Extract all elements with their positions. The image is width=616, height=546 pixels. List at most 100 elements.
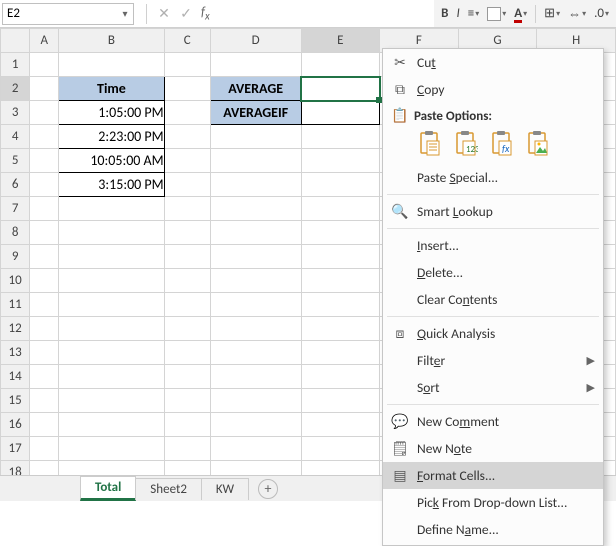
new-sheet-button[interactable]: + [258,479,278,499]
cell-E5[interactable] [301,149,380,173]
ctx-new-note[interactable]: 🗒 New Note [383,435,603,462]
cell-B5[interactable]: 10:05:00 AM [59,149,164,173]
ctx-sort[interactable]: Sort ▶ [383,374,603,401]
cell-D8[interactable] [210,221,301,245]
row-header-1[interactable]: 1 [1,53,30,77]
ctx-define-name[interactable]: Define Name... [383,516,603,543]
ctx-insert[interactable]: Insert... [383,232,603,259]
cell-D12[interactable] [210,317,301,341]
cell-C1[interactable] [164,53,210,77]
cell-C6[interactable] [164,173,210,197]
cell-A18[interactable] [30,461,59,476]
cell-B1[interactable] [59,53,164,77]
row-header-7[interactable]: 7 [1,197,30,221]
cell-D3[interactable]: AVERAGEIF [210,101,301,125]
cell-A6[interactable] [30,173,59,197]
cell-B15[interactable] [59,389,164,413]
row-header-16[interactable]: 16 [1,413,30,437]
cell-D6[interactable] [210,173,301,197]
cell-C7[interactable] [164,197,210,221]
cell-C16[interactable] [164,413,210,437]
cell-A10[interactable] [30,269,59,293]
cell-D18[interactable] [210,461,301,476]
cell-C3[interactable] [164,101,210,125]
cell-E12[interactable] [301,317,380,341]
cell-C13[interactable] [164,341,210,365]
cell-D1[interactable] [210,53,301,77]
cell-B12[interactable] [59,317,164,341]
select-all-button[interactable] [1,29,30,53]
cell-D2[interactable]: AVERAGE [210,77,301,101]
cell-A5[interactable] [30,149,59,173]
col-header-D[interactable]: D [210,29,301,53]
paste-icon-values[interactable]: 123 [453,130,479,158]
col-header-B[interactable]: B [59,29,164,53]
cell-E16[interactable] [301,413,380,437]
ctx-paste-special[interactable]: Paste Special... [383,164,603,191]
col-header-A[interactable]: A [30,29,59,53]
cell-B6[interactable]: 3:15:00 PM [59,173,164,197]
cell-C2[interactable] [164,77,210,101]
cell-C8[interactable] [164,221,210,245]
cell-B17[interactable] [59,437,164,461]
cell-A1[interactable] [30,53,59,77]
cell-C12[interactable] [164,317,210,341]
cell-E7[interactable] [301,197,380,221]
cell-B4[interactable]: 2:23:00 PM [59,125,164,149]
cell-E18[interactable] [301,461,380,476]
cell-A7[interactable] [30,197,59,221]
row-header-11[interactable]: 11 [1,293,30,317]
row-header-12[interactable]: 12 [1,317,30,341]
row-header-10[interactable]: 10 [1,269,30,293]
cell-B8[interactable] [59,221,164,245]
ctx-format-cells[interactable]: ▤ Format Cells... [383,462,603,489]
ctx-quick-analysis[interactable]: ⧈ Quick Analysis [383,320,603,347]
cell-B2[interactable]: Time [59,77,164,101]
tab-total[interactable]: Total [80,476,136,501]
insert-function-button[interactable]: fx [201,5,210,23]
paste-icon-formulas[interactable]: fx [489,130,515,158]
cell-D15[interactable] [210,389,301,413]
col-header-E[interactable]: E [301,29,380,53]
cell-E9[interactable] [301,245,380,269]
cell-B9[interactable] [59,245,164,269]
row-header-14[interactable]: 14 [1,365,30,389]
cell-E8[interactable] [301,221,380,245]
cell-A4[interactable] [30,125,59,149]
ctx-clear-contents[interactable]: Clear Contents [383,286,603,313]
row-header-5[interactable]: 5 [1,149,30,173]
ctx-pick-from-list[interactable]: Pick From Drop-down List... [383,489,603,516]
tab-kw[interactable]: KW [201,478,249,500]
tab-sheet2[interactable]: Sheet2 [135,478,202,500]
bold-button[interactable]: B [438,6,451,21]
cell-A3[interactable] [30,101,59,125]
cell-B11[interactable] [59,293,164,317]
cell-E2[interactable] [301,77,380,101]
cell-A12[interactable] [30,317,59,341]
cell-C18[interactable] [164,461,210,476]
italic-button[interactable]: I [453,6,462,21]
row-header-2[interactable]: 2 [1,77,30,101]
paste-icon-picture[interactable] [525,130,551,158]
ctx-new-comment[interactable]: 💬 New Comment [383,408,603,435]
paste-icon-default[interactable] [417,130,443,158]
cell-E3[interactable] [301,101,380,125]
cell-E17[interactable] [301,437,380,461]
cell-D13[interactable] [210,341,301,365]
cell-B13[interactable] [59,341,164,365]
row-header-13[interactable]: 13 [1,341,30,365]
cell-E4[interactable] [301,125,380,149]
ctx-smart-lookup[interactable]: 🔍 Smart Lookup [383,198,603,225]
cell-A15[interactable] [30,389,59,413]
cell-B7[interactable] [59,197,164,221]
font-color-button[interactable]: A▾ [511,6,530,21]
row-header-8[interactable]: 8 [1,221,30,245]
ctx-delete[interactable]: Delete... [383,259,603,286]
cell-A9[interactable] [30,245,59,269]
cell-B14[interactable] [59,365,164,389]
ctx-filter[interactable]: Filter ▶ [383,347,603,374]
cell-A8[interactable] [30,221,59,245]
name-box[interactable]: E2 ▾ [2,3,134,25]
cell-B18[interactable] [59,461,164,476]
cell-B10[interactable] [59,269,164,293]
